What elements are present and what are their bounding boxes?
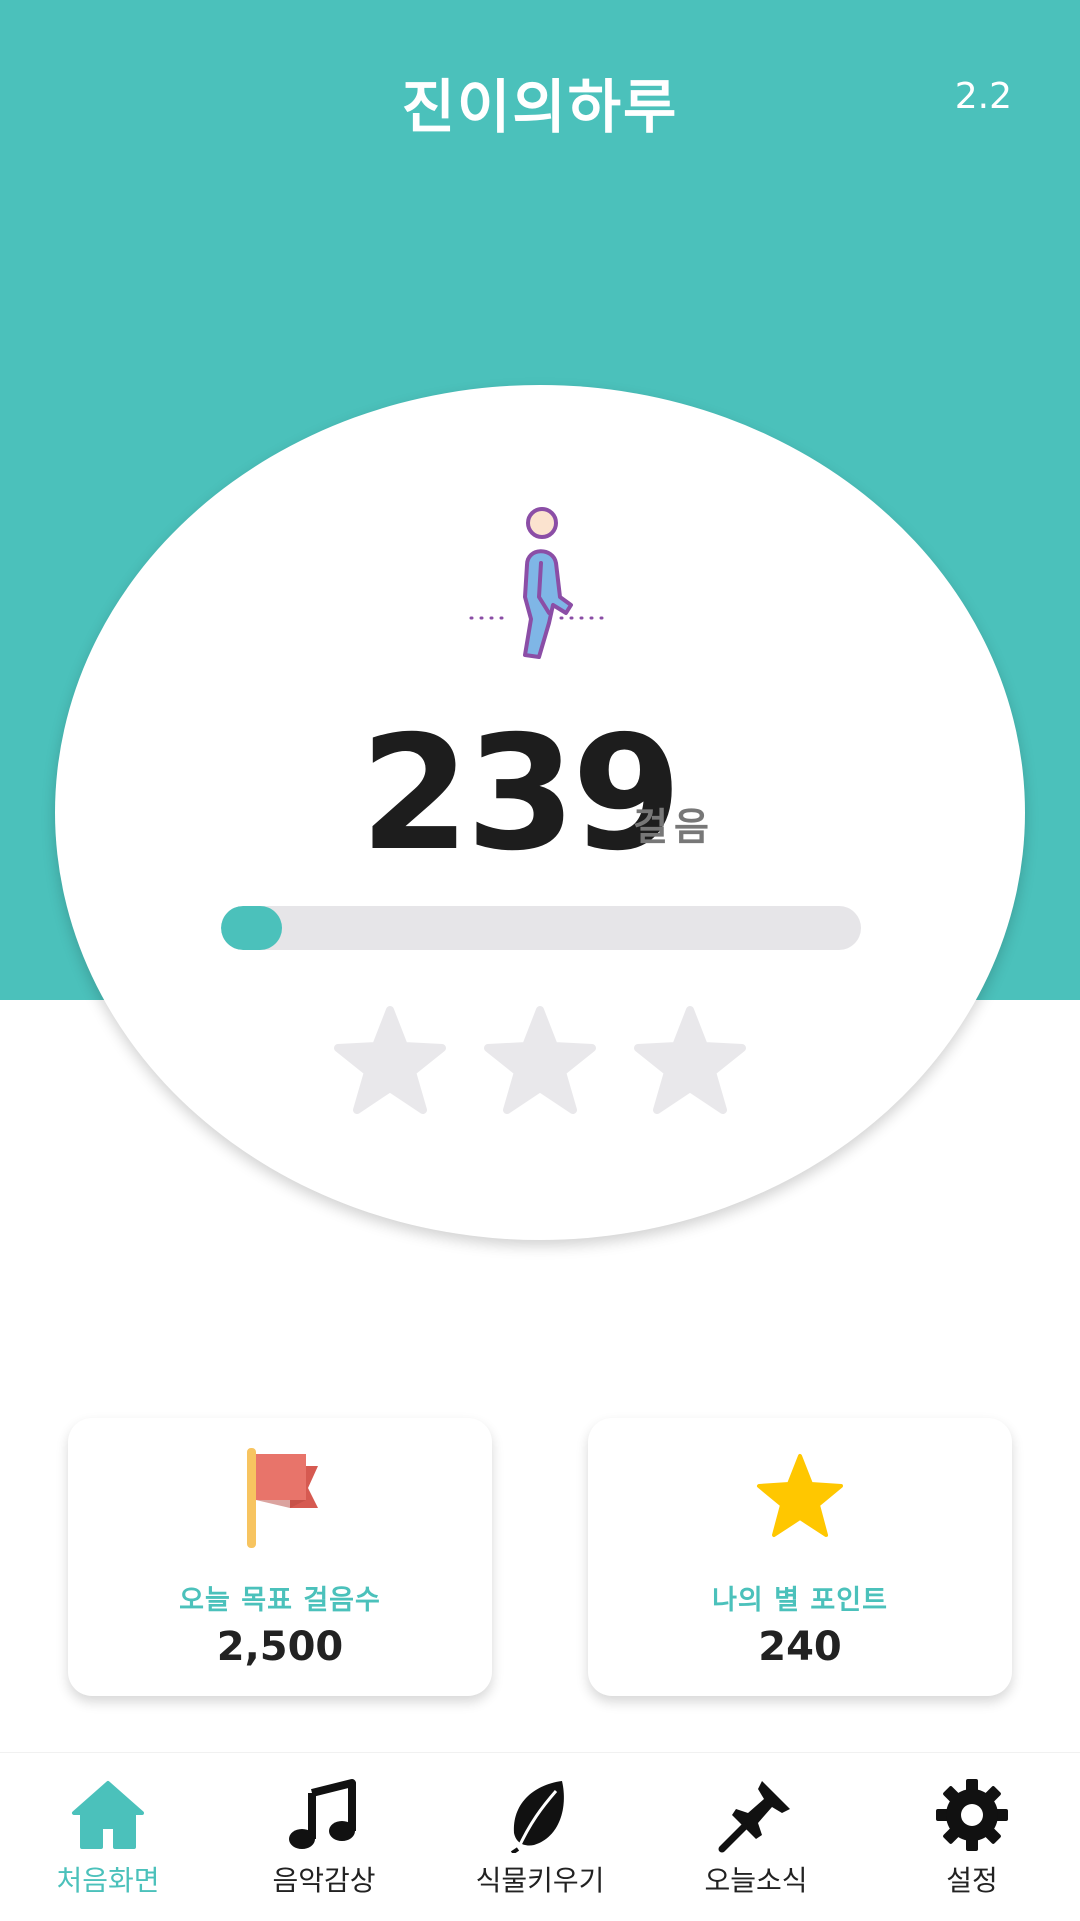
- goal-steps-label: 오늘 목표 걸음수: [179, 1585, 381, 1616]
- rating-star-icon: [334, 1006, 446, 1114]
- nav-label: 설정: [946, 1864, 998, 1897]
- step-unit-label: 걸음: [633, 805, 715, 849]
- version-label: 2.2: [954, 76, 1012, 117]
- leaf-icon: [510, 1781, 564, 1853]
- nav-plant[interactable]: 식물키우기: [432, 1753, 648, 1921]
- nav-home[interactable]: 처음화면: [0, 1753, 216, 1921]
- pushpin-icon: [718, 1781, 790, 1853]
- walking-person-icon: [469, 507, 609, 659]
- app-title: 진이의하루: [401, 73, 679, 141]
- nav-label: 오늘소식: [704, 1864, 808, 1897]
- nav-settings[interactable]: 설정: [864, 1753, 1080, 1921]
- nav-label: 처음화면: [56, 1864, 160, 1897]
- rating-star-icon: [484, 1006, 596, 1114]
- goal-steps-card[interactable]: 오늘 목표 걸음수 2,500: [68, 1418, 492, 1696]
- bottom-navigation: 처음화면 음악감상 식물키우기 오늘소식 설정: [0, 1752, 1080, 1921]
- step-progress-fill: [221, 906, 283, 950]
- nav-music[interactable]: 음악감상: [216, 1753, 432, 1921]
- step-count: 239: [360, 702, 682, 886]
- star-points-card[interactable]: 나의 별 포인트 240: [588, 1418, 1012, 1696]
- star-rating: [330, 1002, 750, 1122]
- goal-steps-value: 2,500: [216, 1624, 344, 1670]
- star-icon: [757, 1454, 843, 1537]
- nav-label: 식물키우기: [475, 1864, 605, 1897]
- nav-news[interactable]: 오늘소식: [648, 1753, 864, 1921]
- rating-star-icon: [634, 1006, 746, 1114]
- flag-icon: [247, 1448, 318, 1548]
- home-icon: [72, 1781, 144, 1849]
- step-progress-bar: [221, 906, 861, 950]
- music-note-icon: [289, 1779, 356, 1849]
- star-points-label: 나의 별 포인트: [712, 1585, 888, 1616]
- star-points-value: 240: [758, 1624, 842, 1670]
- gear-icon: [936, 1779, 1008, 1851]
- nav-label: 음악감상: [272, 1864, 376, 1897]
